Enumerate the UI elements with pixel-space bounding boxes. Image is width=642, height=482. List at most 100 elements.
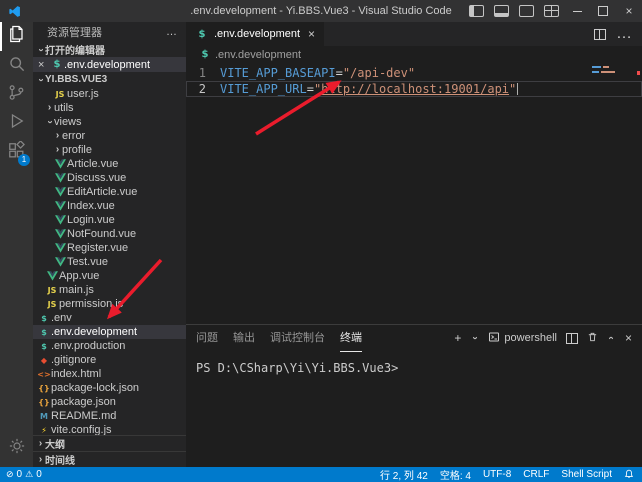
maximize-panel-icon[interactable]: › [606,334,616,343]
code-line-2[interactable]: 2VITE_APP_URL="http://localhost:19001/ap… [186,81,642,97]
tree-item-label: Login.vue [67,214,115,226]
cursor-position[interactable]: 行 2, 列 42 [380,467,428,482]
vue-icon [53,243,67,253]
breadcrumb[interactable]: $ .env.development [186,46,642,63]
tree-item-views[interactable]: ›views [33,115,186,129]
tab-problems[interactable]: 问题 [196,325,218,351]
tree-item-profile[interactable]: ›profile [33,143,186,157]
tree-item-label: Register.vue [67,242,128,254]
maximize-icon [598,6,608,16]
warning-icon: ⚠ [25,470,33,480]
terminal-output[interactable]: PS D:\CSharp\Yi\Yi.BBS.Vue3> [186,351,642,375]
tree-item-label: .gitignore [51,354,96,366]
tree-item-Discuss.vue[interactable]: Discuss.vue [33,171,186,185]
close-button[interactable]: × [616,0,642,22]
tree-item-error[interactable]: ›error [33,129,186,143]
tree-item-label: vite.config.js [51,424,112,435]
tree-item-.env.production[interactable]: $.env.production [33,339,186,353]
more-actions-icon[interactable]: … [166,26,178,38]
tree-item-Test.vue[interactable]: Test.vue [33,255,186,269]
activity-settings[interactable] [0,434,33,463]
toggle-secondary-sidebar-icon[interactable] [519,5,534,17]
toggle-panel-icon[interactable] [494,5,509,17]
js-icon: JS [53,90,67,99]
tab-label: .env.development [214,28,300,40]
minimap[interactable] [592,66,628,76]
eol-sequence[interactable]: CRLF [523,469,549,480]
tree-item-Register.vue[interactable]: Register.vue [33,241,186,255]
tree-item-Article.vue[interactable]: Article.vue [33,157,186,171]
error-count: 0 [17,469,23,480]
outline-section[interactable]: › 大纲 [33,435,186,451]
tab-terminal[interactable]: 终端 [340,325,362,352]
tree-item-utils[interactable]: ›utils [33,101,186,115]
project-section-header[interactable]: › YI.BBS.VUE3 [33,72,186,87]
tree-item-NotFound.vue[interactable]: NotFound.vue [33,227,186,241]
terminal-shell-selector[interactable]: powershell [488,331,557,346]
timeline-section[interactable]: › 时间线 [33,451,186,467]
tree-item-package.json[interactable]: {}package.json [33,395,186,409]
tree-item-label: .env.production [51,340,125,352]
tree-item-vite.config.js[interactable]: ⚡vite.config.js [33,423,186,435]
indentation[interactable]: 空格: 4 [440,467,471,482]
tab-env-development[interactable]: $ .env.development × [186,22,324,46]
gear-icon [8,437,26,460]
code-editor[interactable]: 1VITE_APP_BASEAPI="/api-dev"2VITE_APP_UR… [186,63,642,324]
extensions-badge: 1 [18,154,30,166]
tree-item-App.vue[interactable]: App.vue [33,269,186,283]
tree-item-user.js[interactable]: JSuser.js [33,87,186,101]
new-terminal-icon[interactable]: + [454,331,461,345]
notifications-bell-icon[interactable] [624,468,634,482]
trash-icon[interactable] [587,331,598,346]
tree-item-.env.development[interactable]: $.env.development [33,325,186,339]
split-terminal-icon[interactable] [566,333,578,344]
tab-debug-console[interactable]: 调试控制台 [270,325,325,351]
tree-item-label: Article.vue [67,158,118,170]
tree-item-Index.vue[interactable]: Index.vue [33,199,186,213]
tree-item-label: NotFound.vue [67,228,136,240]
json-icon: {} [37,384,51,393]
tree-item-label: package.json [51,396,116,408]
tree-item-index.html[interactable]: <>index.html [33,367,186,381]
tree-item-label: Test.vue [67,256,108,268]
open-editors-header[interactable]: › 打开的编辑器 [33,42,186,57]
tree-item-.gitignore[interactable]: ◆.gitignore [33,353,186,367]
toggle-primary-sidebar-icon[interactable] [469,5,484,17]
split-editor-icon[interactable] [594,29,606,40]
language-mode[interactable]: Shell Script [561,469,612,480]
git-icon: ◆ [37,356,51,365]
breadcrumb-label: .env.development [215,49,301,61]
js-icon: JS [45,300,59,309]
tree-item-label: utils [54,102,74,114]
activity-search[interactable] [0,51,33,80]
maximize-button[interactable] [590,0,616,22]
tree-item-main.js[interactable]: JSmain.js [33,283,186,297]
tree-item-Login.vue[interactable]: Login.vue [33,213,186,227]
env-icon: $ [195,29,209,40]
tree-item-permission.js[interactable]: JSpermission.js [33,297,186,311]
minimize-button[interactable] [564,0,590,22]
close-icon[interactable]: × [308,27,315,41]
tab-output[interactable]: 输出 [233,325,255,351]
open-editor-item[interactable]: × $ .env.development [33,57,186,72]
activity-bar: 1 [0,22,33,467]
activity-run-debug[interactable] [0,109,33,138]
code-line-1[interactable]: 1VITE_APP_BASEAPI="/api-dev" [186,65,642,81]
activity-explorer[interactable] [0,22,33,51]
activity-source-control[interactable] [0,80,33,109]
problems-status[interactable]: ⊘ 0 ⚠ 0 [6,469,42,480]
tree-item-.env[interactable]: $.env [33,311,186,325]
more-actions-icon[interactable]: … [616,25,632,43]
tree-item-package-lock.json[interactable]: {}package-lock.json [33,381,186,395]
tree-item-EditArticle.vue[interactable]: EditArticle.vue [33,185,186,199]
tree-item-README.md[interactable]: MREADME.md [33,409,186,423]
shell-label: powershell [504,332,557,344]
chevron-down-icon[interactable]: › [470,334,480,343]
encoding[interactable]: UTF-8 [483,469,511,480]
close-icon[interactable]: × [38,59,50,71]
customize-layout-icon[interactable] [544,5,559,17]
editor-area: $ .env.development × … $ .env.developmen… [186,22,642,467]
close-panel-icon[interactable]: × [625,331,632,345]
tree-item-label: user.js [67,88,99,100]
activity-extensions[interactable]: 1 [0,138,33,167]
